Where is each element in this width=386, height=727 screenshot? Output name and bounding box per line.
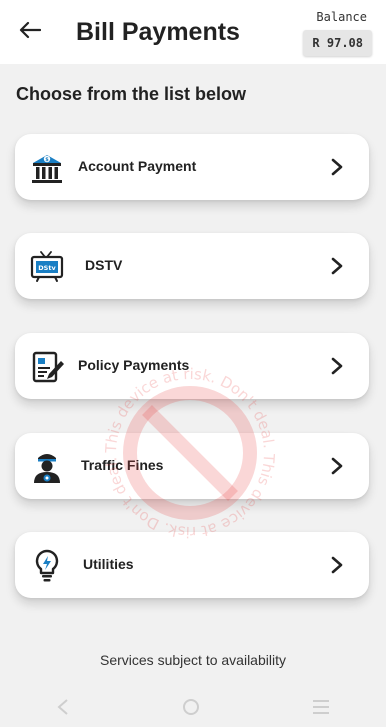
chevron-right-icon <box>331 357 343 375</box>
nav-home-icon[interactable] <box>182 698 200 716</box>
option-label: Account Payment <box>78 158 197 174</box>
balance-value: R 97.08 <box>303 30 372 56</box>
option-label: Utilities <box>83 556 134 572</box>
option-label: Policy Payments <box>78 357 190 373</box>
system-nav-bar <box>0 687 386 727</box>
option-label: DSTV <box>85 257 123 273</box>
traffic-officer-icon <box>34 454 60 483</box>
chevron-right-icon <box>331 257 343 275</box>
app-header: Bill Payments Balance R 97.08 <box>0 0 386 64</box>
option-traffic-fines[interactable]: Traffic Fines <box>15 433 369 499</box>
list-instruction: Choose from the list below <box>16 84 247 104</box>
chevron-right-icon <box>331 158 343 176</box>
option-account-payment[interactable]: $ Account Payment <box>15 134 369 200</box>
policy-document-icon <box>32 351 64 383</box>
bank-icon: $ <box>32 155 62 183</box>
page-title: Bill Payments <box>76 18 240 46</box>
lightbulb-icon <box>35 549 59 582</box>
svg-text:$: $ <box>45 157 49 163</box>
back-button[interactable] <box>14 14 46 46</box>
option-label: Traffic Fines <box>81 457 164 473</box>
tv-icon: DStv <box>30 251 64 282</box>
chevron-right-icon <box>331 457 343 475</box>
option-policy-payments[interactable]: Policy Payments <box>15 333 369 399</box>
balance-label: Balance <box>316 10 367 24</box>
option-utilities[interactable]: Utilities <box>15 532 369 598</box>
nav-recents-icon[interactable] <box>312 699 330 715</box>
arrow-left-icon <box>19 21 41 39</box>
nav-back-icon[interactable] <box>56 699 70 715</box>
chevron-right-icon <box>331 556 343 574</box>
availability-note: Services subject to availability <box>100 652 286 668</box>
option-dstv[interactable]: DStv DSTV <box>15 233 369 299</box>
svg-text:DStv: DStv <box>38 264 56 272</box>
